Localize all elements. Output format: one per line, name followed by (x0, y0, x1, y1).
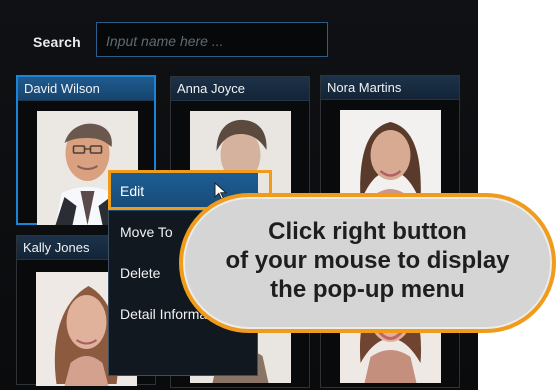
callout-line-3: the pop-up menu (270, 276, 465, 303)
callout-text: Click right button of your mouse to disp… (183, 217, 552, 304)
face-card-name: Nora Martins (321, 76, 459, 100)
callout-line-1: Click right button (268, 218, 467, 245)
instruction-callout: Click right button of your mouse to disp… (179, 193, 556, 333)
search-label: Search (33, 34, 81, 50)
face-card-name: David Wilson (18, 77, 154, 101)
callout-line-2: of your mouse to display (225, 247, 510, 274)
search-input[interactable]: Input name here ... (96, 22, 328, 57)
face-card-name: Anna Joyce (171, 77, 309, 101)
search-placeholder: Input name here ... (106, 33, 224, 49)
